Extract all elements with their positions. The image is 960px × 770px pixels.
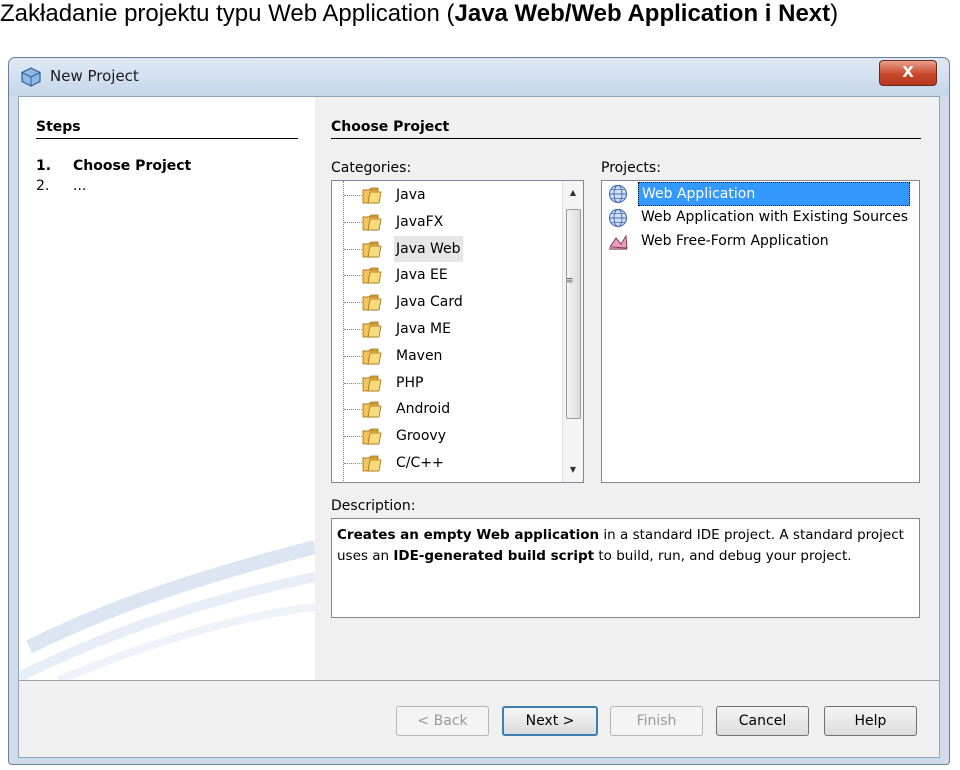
- folder-icon: [362, 267, 382, 284]
- steps-header: Steps: [36, 119, 81, 135]
- description-bold-1: Creates an empty Web application: [337, 527, 600, 543]
- step-2: 2....: [36, 178, 86, 194]
- folder-icon: [362, 294, 382, 311]
- title-bar[interactable]: New Project X: [9, 58, 949, 96]
- projects-list[interactable]: Web Application Web Application with Exis…: [601, 180, 920, 483]
- cancel-button[interactable]: Cancel: [716, 706, 809, 736]
- description-box: Creates an empty Web application in a st…: [331, 518, 920, 618]
- project-item[interactable]: Web Application with Existing Sources: [602, 206, 919, 230]
- globe-icon: [608, 184, 628, 204]
- steps-divider: [36, 138, 298, 139]
- step-number: 2.: [36, 178, 50, 194]
- folder-icon: [362, 187, 382, 204]
- category-label: Java EE: [396, 267, 448, 284]
- categories-tree[interactable]: Java JavaFX Java Web Java EE Java Card Java M…: [331, 180, 584, 483]
- tree-branch-line: [344, 355, 362, 357]
- step-label: Choose Project: [73, 158, 192, 174]
- category-item[interactable]: Groovy: [332, 423, 564, 449]
- slide-title-suffix: ): [830, 0, 839, 27]
- tree-branch-line: [344, 436, 362, 438]
- tree-branch-line: [344, 382, 362, 384]
- category-label: Groovy: [396, 428, 446, 445]
- folder-icon: [362, 348, 382, 365]
- tree-branch-line: [344, 302, 362, 304]
- category-item[interactable]: Maven: [332, 343, 564, 369]
- folder-icon: [362, 241, 382, 257]
- step-number: 1.: [36, 158, 52, 174]
- project-label: Web Free-Form Application: [641, 233, 829, 249]
- category-item[interactable]: Java Card: [332, 289, 564, 315]
- tree-branch-line: [344, 329, 362, 330]
- category-item[interactable]: Android: [332, 396, 564, 422]
- folder-icon: [362, 214, 382, 231]
- description-label: Description:: [331, 498, 416, 514]
- help-button[interactable]: Help: [824, 706, 917, 736]
- close-button[interactable]: X: [879, 60, 937, 86]
- scrollbar-grip-icon: ≡: [566, 276, 574, 286]
- categories-label: Categories:: [331, 160, 412, 176]
- category-item[interactable]: C/C++: [332, 450, 564, 476]
- category-item[interactable]: Java ME: [332, 316, 564, 342]
- category-label: C/C++: [396, 455, 444, 471]
- dialog-client-area: Steps 1. Choose Project 2.... Choose Proj…: [18, 96, 940, 758]
- new-project-dialog: New Project X Steps 1. Choose Project 2..…: [8, 57, 950, 765]
- slide-title-bold: Java Web/Web Application i Next: [454, 0, 831, 27]
- category-item[interactable]: Java EE: [332, 262, 564, 288]
- category-item[interactable]: PHP: [332, 370, 564, 396]
- project-label: Web Application with Existing Sources: [641, 209, 909, 225]
- step-1: 1. Choose Project: [36, 158, 191, 174]
- category-label: Java ME: [396, 321, 451, 337]
- section-title: Choose Project: [331, 119, 450, 135]
- folder-icon: [362, 401, 382, 418]
- free-form-icon: [609, 234, 628, 250]
- scrollbar-thumb[interactable]: [566, 209, 581, 419]
- finish-button[interactable]: Finish: [610, 706, 703, 736]
- category-label: Java: [396, 187, 426, 203]
- steps-panel: Steps 1. Choose Project 2....: [19, 97, 315, 680]
- section-divider: [331, 138, 921, 139]
- tree-branch-line: [344, 463, 362, 464]
- scroll-down-arrow-icon[interactable]: ▼: [563, 460, 583, 480]
- folder-icon: [362, 428, 382, 445]
- category-label: Java Web: [394, 235, 463, 262]
- categories-scrollbar[interactable]: ▲ ≡ ▼: [562, 181, 583, 482]
- category-label: Java Card: [396, 294, 463, 311]
- project-item[interactable]: Web Free-Form Application: [602, 230, 919, 254]
- category-label: PHP: [396, 374, 424, 391]
- folder-icon: [362, 375, 382, 391]
- button-bar-separator: [19, 680, 939, 681]
- slide-title-prefix: Zakładanie projektu typu Web Application…: [0, 0, 455, 27]
- category-item[interactable]: Java: [332, 182, 564, 208]
- description-text-2: to build, run, and debug your project.: [594, 548, 852, 564]
- projects-label: Projects:: [601, 160, 661, 176]
- project-item[interactable]: Web Application: [602, 182, 919, 206]
- tree-branch-line: [344, 195, 362, 196]
- tree-branch-line: [344, 248, 362, 250]
- tree-branch-line: [344, 409, 362, 411]
- scroll-up-arrow-icon[interactable]: ▲: [563, 183, 583, 203]
- next-button[interactable]: Next >: [502, 706, 598, 736]
- project-label: Web Application: [638, 182, 910, 206]
- tree-branch-line: [344, 275, 362, 277]
- category-label: Maven: [396, 347, 443, 364]
- folder-icon: [362, 321, 382, 338]
- step-label: ...: [73, 178, 87, 194]
- category-item[interactable]: JavaFX: [332, 209, 564, 235]
- category-label: Android: [396, 401, 451, 418]
- decorative-swoosh: [19, 540, 315, 680]
- tree-branch-line: [344, 221, 362, 223]
- slide-title: Zakładanie projektu typu Web Application…: [0, 0, 838, 28]
- category-item[interactable]: Java Web: [332, 235, 564, 262]
- folder-icon: [362, 455, 382, 472]
- globe-icon: [608, 208, 628, 228]
- window-title: New Project: [50, 67, 139, 85]
- category-label: JavaFX: [396, 213, 444, 230]
- description-bold-2: IDE-generated build script: [393, 548, 595, 564]
- netbeans-cube-icon: [21, 67, 41, 87]
- back-button[interactable]: < Back: [396, 706, 489, 736]
